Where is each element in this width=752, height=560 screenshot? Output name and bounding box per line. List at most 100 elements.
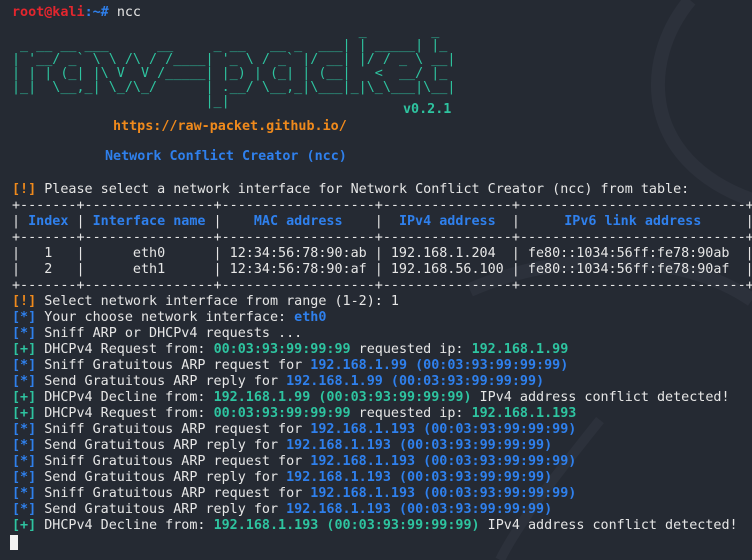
text-segment: DHCPv4 Decline from:	[36, 390, 214, 405]
log-line: [*] Sniff Gratuitous ARP request for 192…	[12, 358, 752, 374]
intro-line: [!] Please select a network interface fo…	[12, 182, 752, 198]
log-line: [+] DHCPv4 Decline from: 192.168.1.99 (0…	[12, 390, 752, 406]
prompt-user-host: root@kali	[12, 5, 85, 20]
ascii-art-row: _ _	[12, 24, 464, 39]
table-border: +-------+----------------+--------------…	[12, 198, 752, 213]
log-line: [*] Sniff Gratuitous ARP request for 192…	[12, 422, 752, 438]
log-line: [+] DHCPv4 Request from: 00:03:93:99:99:…	[12, 342, 752, 358]
log-line: [*] Send Gratuitous ARP reply for 192.16…	[12, 374, 752, 390]
ascii-art-row: | | | (_| |\ V V /_____| |_) | (_| | (__…	[12, 66, 456, 81]
terminal-cursor	[10, 535, 18, 550]
ascii-banner: _ _ _ __ __ ___ __ _ __ __ _ ___| | ____…	[12, 25, 463, 109]
text-segment: Sniff Gratuitous ARP request for	[36, 358, 311, 373]
prompt-separator: :~#	[84, 5, 117, 20]
table-separator: |	[213, 214, 222, 229]
ascii-art-row: |_| \__,_| \_/\_/ | .__/ \__,_|\___|_|\_…	[12, 80, 456, 95]
text-segment: Sniff Gratuitous ARP request for	[36, 454, 311, 469]
log-line: [*] Send Gratuitous ARP reply for 192.16…	[12, 470, 752, 486]
table-separator: |	[511, 262, 520, 277]
text-segment: 00:03:93:99:99:99	[213, 342, 351, 357]
table-cell: 192.168.56.100	[390, 262, 504, 277]
table-separator: |	[511, 214, 520, 229]
text-segment: [*]	[12, 438, 37, 453]
table-cell: fe80::1034:56ff:fe78:90af	[527, 262, 730, 277]
text-segment: 192.168.1.193 (00:03:93:99:99:99)	[286, 470, 553, 485]
table-header-cell: Index	[28, 214, 69, 229]
text-segment: Your choose network interface:	[36, 310, 295, 325]
text-segment: DHCPv4 Decline from:	[36, 518, 214, 533]
prompt-command: ncc	[116, 5, 141, 20]
table-separator: |	[12, 262, 21, 277]
text-segment: Send Gratuitous ARP reply for	[36, 374, 287, 389]
table-cell: 192.168.1.204	[390, 246, 496, 261]
table-cell: eth0	[132, 246, 166, 261]
log-line: [*] Sniff ARP or DHCPv4 requests ...	[12, 326, 752, 342]
text-segment: 192.168.1.193 (00:03:93:99:99:99)	[213, 518, 480, 533]
text-segment: eth0	[294, 310, 327, 325]
text-segment: Please select a network interface for Ne…	[36, 182, 690, 197]
text-segment: Send Gratuitous ARP reply for	[36, 502, 287, 517]
text-segment: [*]	[12, 358, 37, 373]
text-segment: DHCPv4 Request from:	[36, 342, 214, 357]
table-cell: eth1	[132, 262, 166, 277]
text-segment: 192.168.1.99 (00:03:93:99:99:99)	[310, 358, 569, 373]
table-row: | 1 | eth0 | 12:34:56:78:90:ab | 192.168.1.204 |…	[12, 246, 752, 262]
table-header-cell: IPv4 address	[398, 214, 496, 229]
text-segment: 192.168.1.193 (00:03:93:99:99:99)	[286, 438, 553, 453]
table-cell: 1	[44, 246, 53, 261]
text-segment: 192.168.1.193 (00:03:93:99:99:99)	[310, 422, 577, 437]
table-cell: 12:34:56:78:90:ab	[229, 246, 367, 261]
text-segment: [*]	[12, 502, 37, 517]
log-line: [*] Your choose network interface: eth0	[12, 310, 752, 326]
table-separator: |	[76, 262, 85, 277]
text-segment: 00:03:93:99:99:99	[213, 406, 351, 421]
log-line: [*] Send Gratuitous ARP reply for 192.16…	[12, 502, 752, 518]
table-border: +-------+----------------+--------------…	[12, 230, 752, 245]
text-segment: [+]	[12, 518, 37, 533]
table-separator: |	[213, 246, 222, 261]
ascii-art-row: |_|	[12, 94, 456, 109]
table-separator: |	[745, 214, 752, 229]
table-separator: |	[745, 262, 752, 277]
text-segment: Sniff ARP or DHCPv4 requests ...	[36, 326, 303, 341]
table-separator: |	[12, 214, 21, 229]
text-segment: [*]	[12, 310, 37, 325]
text-segment: DHCPv4 Request from:	[36, 406, 214, 421]
table-separator: |	[76, 246, 85, 261]
table-separator: |	[76, 214, 85, 229]
text-segment: 192.168.1.193 (00:03:93:99:99:99)	[310, 486, 577, 501]
text-segment: IPv4 address conflict detected!	[471, 390, 730, 405]
ascii-art-row: | '__/ _` \ \ /\ / /____| '_ \ / _` |/ _…	[12, 52, 456, 67]
text-segment: [*]	[12, 422, 37, 437]
table-separator: |	[12, 246, 21, 261]
text-segment: Select network interface from range (1-2…	[36, 294, 399, 309]
text-segment: 192.168.1.99	[471, 342, 569, 357]
text-segment: [+]	[12, 406, 37, 421]
text-segment: Sniff Gratuitous ARP request for	[36, 422, 311, 437]
ascii-art-row: _ __ __ ___ __ _ __ __ _ ___| | _____| |…	[12, 38, 456, 53]
log-line: [*] Sniff Gratuitous ARP request for 192…	[12, 454, 752, 470]
log-line: [+] DHCPv4 Decline from: 192.168.1.193 (…	[12, 518, 752, 534]
text-segment: IPv4 address conflict detected!	[479, 518, 738, 533]
text-segment: Sniff Gratuitous ARP request for	[36, 486, 311, 501]
text-segment: [!]	[12, 294, 37, 309]
text-segment: 192.168.1.99 (00:03:93:99:99:99)	[213, 390, 472, 405]
table-cell: fe80::1034:56ff:fe78:90ab	[527, 246, 730, 261]
table-separator: |	[511, 246, 520, 261]
project-url: https://raw-packet.github.io/	[113, 119, 347, 134]
text-segment: [*]	[12, 326, 37, 341]
text-segment: 192.168.1.193 (00:03:93:99:99:99)	[310, 454, 577, 469]
table-separator: |	[374, 262, 383, 277]
table-row: | 2 | eth1 | 12:34:56:78:90:af | 192.168.56.100…	[12, 262, 752, 278]
table-cell: 12:34:56:78:90:af	[229, 262, 367, 277]
shell-prompt: root@kali:~# ncc	[12, 5, 141, 21]
table-separator: |	[374, 246, 383, 261]
log-line: [!] Select network interface from range …	[12, 294, 752, 310]
version-label: v0.2.1	[403, 102, 452, 117]
text-segment: requested ip:	[350, 406, 472, 421]
table-header-cell: IPv6 link address	[564, 214, 702, 229]
table-separator: |	[213, 262, 222, 277]
text-segment: [*]	[12, 374, 37, 389]
text-segment: [*]	[12, 454, 37, 469]
table-separator: |	[745, 246, 752, 261]
